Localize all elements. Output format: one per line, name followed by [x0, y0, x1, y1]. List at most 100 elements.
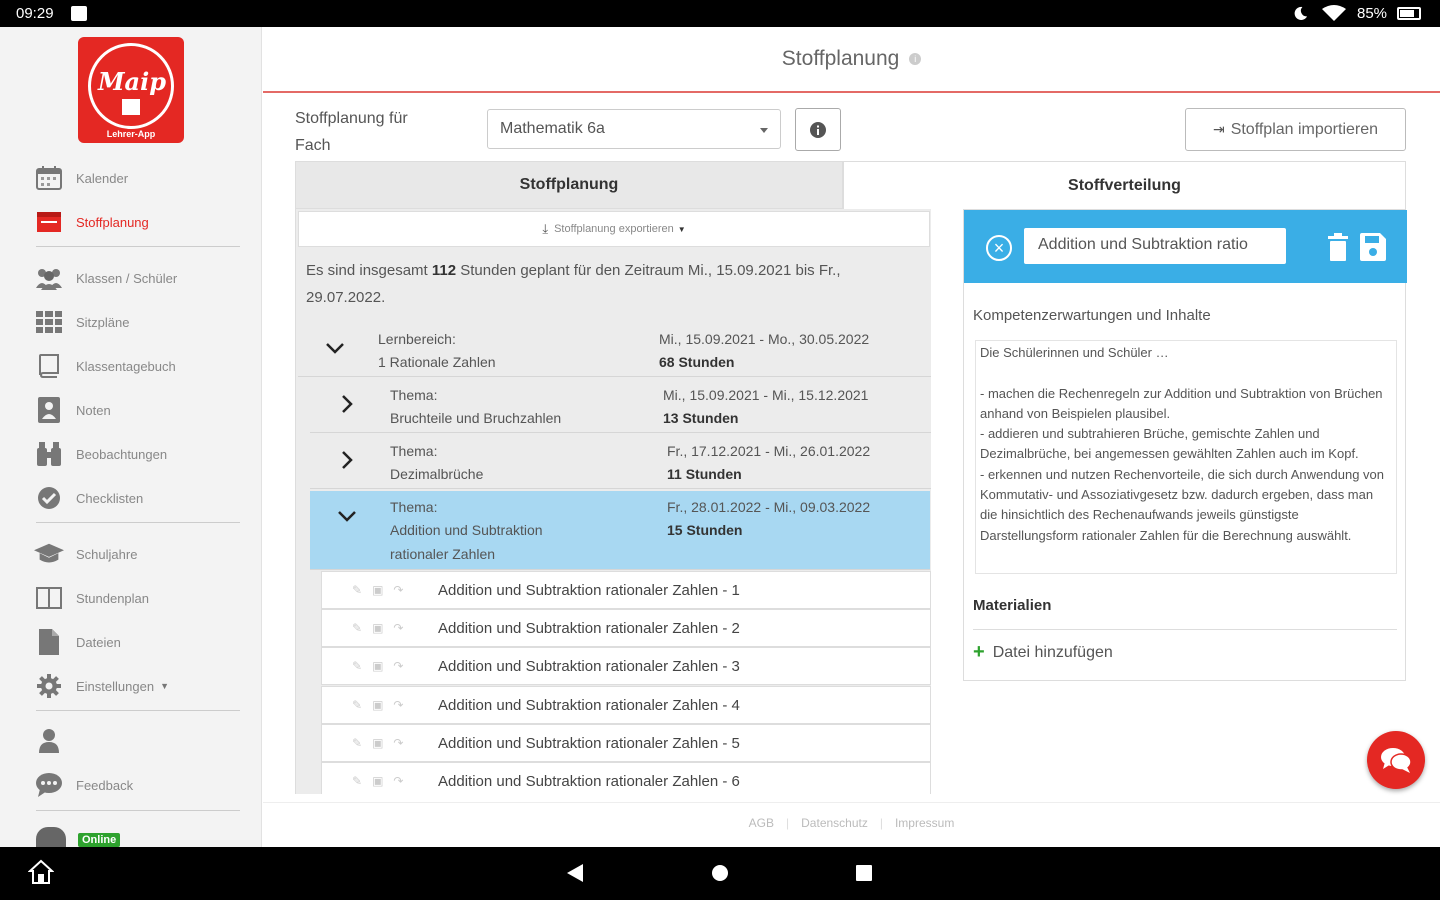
- trash-icon[interactable]: [1328, 233, 1348, 261]
- footer-separator: |: [879, 815, 883, 830]
- export-dropdown[interactable]: ⤓ Stoffplanung exportieren ▼: [298, 211, 930, 247]
- lesson-row[interactable]: ✎ ▣ ↷ Addition und Subtraktion rationaler …: [321, 724, 931, 762]
- nav-label: Kalender: [76, 170, 129, 186]
- home-circle-icon[interactable]: [710, 863, 730, 883]
- app-logo[interactable]: Maip Lehrer-App: [78, 37, 184, 143]
- materialien-divider: [973, 629, 1397, 630]
- lesson-title: Addition und Subtraktion rationaler Zahl…: [438, 619, 740, 637]
- nav-item-klassen[interactable]: Klassen / Schüler: [34, 263, 244, 293]
- home-icon[interactable]: [28, 859, 54, 885]
- nav-item-kalender[interactable]: Kalender: [34, 163, 244, 193]
- nav-item-dateien[interactable]: Dateien: [34, 627, 244, 657]
- lernbereich-row[interactable]: Lernbereich: 1 Rationale Zahlen Mi., 15.…: [298, 323, 931, 377]
- lesson-row[interactable]: ✎ ▣ ↷ Addition und Subtraktion rationaler …: [321, 647, 931, 685]
- nav-item-stoffplanung[interactable]: Stoffplanung: [34, 207, 244, 237]
- user-icon: [34, 728, 64, 754]
- link-icon: ✎: [352, 774, 363, 788]
- nav-item-beobachtungen[interactable]: Beobachtungen: [34, 439, 244, 469]
- lesson-title: Addition und Subtraktion rationaler Zahl…: [438, 581, 740, 599]
- footer-link-agb[interactable]: AGB: [749, 816, 774, 830]
- plus-icon: +: [973, 641, 985, 663]
- back-icon[interactable]: [565, 863, 585, 883]
- recents-icon[interactable]: [855, 864, 873, 882]
- thema-hours: 15 Stunden: [667, 522, 743, 538]
- lesson-icons: ✎ ▣ ↷: [322, 621, 438, 635]
- nav-item-schuljahre[interactable]: Schuljahre: [34, 539, 244, 569]
- nav-label: Schuljahre: [76, 546, 138, 562]
- nav-item-sitzplaene[interactable]: Sitzpläne: [34, 307, 244, 337]
- calendar-icon: [34, 165, 64, 191]
- chevron-down-icon: ▼: [160, 681, 169, 691]
- share-icon: ↷: [393, 774, 404, 788]
- nav-divider: [36, 710, 240, 711]
- lock-icon: ▣: [372, 621, 384, 635]
- add-file-button[interactable]: + Datei hinzufügen: [973, 641, 1113, 664]
- thema-name: Bruchteile und Bruchzahlen: [390, 410, 562, 426]
- thema-name: Dezimalbrüche: [390, 466, 484, 482]
- fach-info-button[interactable]: [795, 108, 841, 151]
- thema-name-input[interactable]: Addition und Subtraktion ratio: [1024, 228, 1286, 264]
- nav-item-profile[interactable]: [34, 726, 244, 756]
- thema-dates: Mi., 15.09.2021 - Mi., 15.12.2021: [663, 387, 869, 403]
- thema-dates: Fr., 28.01.2022 - Mi., 09.03.2022: [667, 499, 871, 515]
- lesson-title: Addition und Subtraktion rationaler Zahl…: [438, 657, 740, 675]
- nav-label: Stoffplanung: [76, 214, 149, 230]
- do-not-disturb-icon: [1294, 6, 1308, 20]
- lock-icon: ▣: [372, 659, 384, 673]
- status-bar: 09:29 85%: [0, 0, 1440, 27]
- import-stoffplan-button[interactable]: ⇥ Stoffplan importieren: [1185, 108, 1406, 151]
- lesson-row[interactable]: ✎ ▣ ↷ Addition und Subtraktion rationaler …: [321, 762, 931, 794]
- tab-stoffverteilung[interactable]: Stoffverteilung: [843, 161, 1406, 209]
- nav-item-feedback[interactable]: Feedback: [34, 770, 244, 800]
- komp-textarea[interactable]: Die Schülerinnen und Schüler … - machen …: [975, 340, 1397, 574]
- nav-label: Feedback: [76, 777, 134, 793]
- comment-icon: [34, 772, 64, 798]
- book-icon: [34, 353, 64, 379]
- footer-link-impressum[interactable]: Impressum: [895, 816, 954, 830]
- share-icon: ↷: [393, 659, 404, 673]
- lesson-row[interactable]: ✎ ▣ ↷ Addition und Subtraktion rationaler …: [321, 686, 931, 724]
- nav-label: Stundenplan: [76, 590, 150, 606]
- nav-label: Dateien: [76, 634, 121, 650]
- lesson-row[interactable]: ✎ ▣ ↷ Addition und Subtraktion rationaler …: [321, 571, 931, 609]
- close-icon[interactable]: ×: [986, 235, 1012, 261]
- save-icon[interactable]: [1360, 233, 1386, 261]
- logo-caption: Lehrer-App: [106, 129, 156, 139]
- nav-divider: [36, 246, 240, 247]
- thema-row-selected[interactable]: Thema: Addition und Subtraktion rational…: [310, 491, 930, 570]
- fach-label: Stoffplanung für Fach: [295, 110, 408, 154]
- status-time: 09:29: [16, 5, 54, 22]
- nav-item-checklisten[interactable]: Checklisten: [34, 483, 244, 513]
- nav-item-klassentagebuch[interactable]: Klassentagebuch: [34, 351, 244, 381]
- thema-row[interactable]: Thema: Bruchteile und Bruchzahlen Mi., 1…: [310, 379, 931, 433]
- wifi-icon: [1322, 5, 1346, 21]
- nav-item-einstellungen[interactable]: Einstellungen ▼: [34, 671, 244, 701]
- chat-button[interactable]: [1367, 731, 1425, 789]
- thema-row[interactable]: Thema: Dezimalbrüche Fr., 17.12.2021 - M…: [310, 435, 931, 489]
- grid-icon: [34, 309, 64, 335]
- main-content: Stoffplanung i Stoffplanung für Fach Mat…: [263, 27, 1440, 847]
- tab-stoffplanung[interactable]: Stoffplanung: [295, 161, 843, 209]
- nav-item-stundenplan[interactable]: Stundenplan: [34, 583, 244, 613]
- summary-prefix: Es sind insgesamt: [306, 262, 432, 279]
- grades-icon: [34, 397, 64, 423]
- info-icon[interactable]: i: [909, 53, 922, 66]
- thema-hours: 13 Stunden: [663, 410, 739, 426]
- fach-select-value: Mathematik 6a: [500, 120, 605, 137]
- battery-level: 85%: [1357, 5, 1388, 22]
- export-label: Stoffplanung exportieren: [554, 223, 674, 235]
- online-badge: Online: [78, 833, 121, 847]
- lesson-title: Addition und Subtraktion rationaler Zahl…: [438, 772, 740, 790]
- fach-select[interactable]: Mathematik 6a: [487, 109, 781, 149]
- thema-label: Thema:: [390, 499, 438, 515]
- chevron-right-icon: [342, 395, 353, 413]
- nav-divider: [36, 810, 240, 811]
- thema-dates: Fr., 17.12.2021 - Mi., 26.01.2022: [667, 443, 871, 459]
- lernbereich-name: 1 Rationale Zahlen: [378, 354, 496, 370]
- binoculars-icon: [34, 441, 64, 467]
- lesson-icons: ✎ ▣ ↷: [322, 659, 438, 673]
- logo-script: Maip: [97, 67, 166, 96]
- nav-item-noten[interactable]: Noten: [34, 395, 244, 425]
- lesson-row[interactable]: ✎ ▣ ↷ Addition und Subtraktion rationaler …: [321, 609, 931, 647]
- footer-link-datenschutz[interactable]: Datenschutz: [801, 816, 868, 830]
